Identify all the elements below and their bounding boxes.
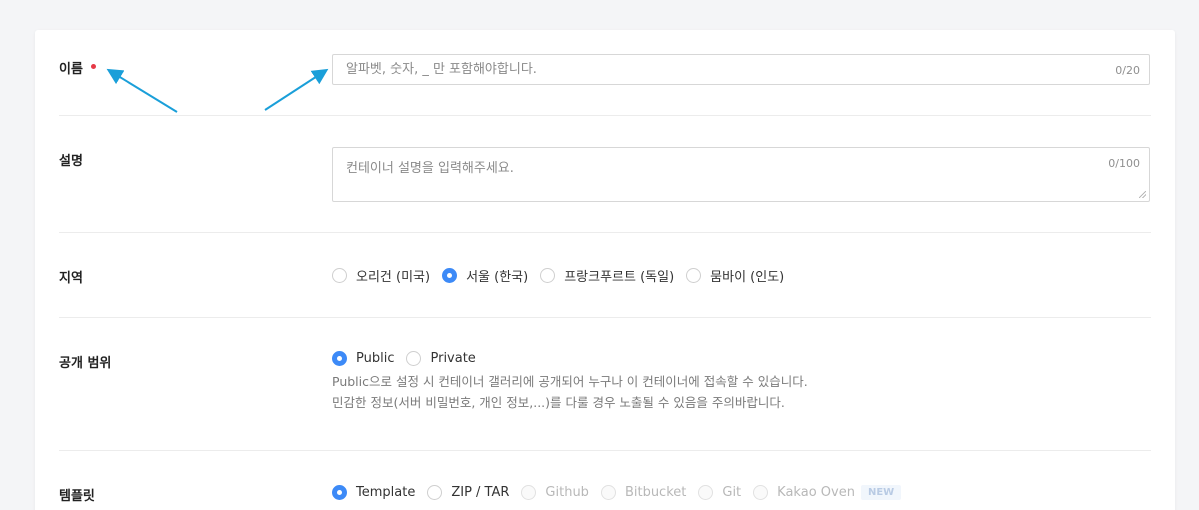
required-indicator bbox=[90, 64, 96, 69]
radio-checked-icon[interactable] bbox=[332, 351, 347, 366]
radio-icon[interactable] bbox=[406, 351, 422, 366]
radio-disabled-icon bbox=[600, 485, 616, 500]
visibility-field: Public Private Public으로 설정 시 컨테이너 갤러리에 공… bbox=[332, 351, 808, 413]
radio-disabled-icon bbox=[753, 485, 769, 500]
radio-disabled-icon bbox=[521, 485, 537, 500]
radio-icon[interactable] bbox=[686, 268, 702, 283]
template-label: 템플릿 bbox=[59, 489, 95, 504]
name-label-wrap: 이름 bbox=[59, 58, 96, 77]
description-char-counter: 0/100 bbox=[1108, 157, 1140, 170]
visibility-help-line-2: 민감한 정보(서버 비밀번호, 개인 정보,...)를 다룰 경우 노출될 수 … bbox=[332, 395, 785, 410]
visibility-option-public[interactable]: Public bbox=[332, 351, 394, 366]
template-option-kakao-oven: Kakao Oven NEW bbox=[753, 485, 902, 500]
name-input[interactable] bbox=[333, 55, 1149, 84]
radio-checked-icon[interactable] bbox=[442, 268, 458, 283]
description-label: 설명 bbox=[59, 154, 83, 169]
visibility-help-line-1: Public으로 설정 시 컨테이너 갤러리에 공개되어 누구나 이 컨테이너에… bbox=[332, 374, 808, 389]
name-field: 0/20 bbox=[332, 54, 1150, 85]
radio-checked-icon[interactable] bbox=[332, 485, 347, 500]
name-char-counter: 0/20 bbox=[1115, 64, 1140, 77]
radio-icon[interactable] bbox=[332, 268, 347, 283]
name-row: 이름 0/20 bbox=[59, 30, 1151, 116]
visibility-label: 공개 범위 bbox=[59, 356, 112, 371]
description-row: 설명 0/100 bbox=[59, 116, 1151, 233]
visibility-row: 공개 범위 Public Private Public으로 설정 시 컨테이너 … bbox=[59, 318, 1151, 451]
region-option-oregon[interactable]: 오리건 (미국) bbox=[332, 266, 430, 285]
radio-icon[interactable] bbox=[540, 268, 556, 283]
description-textarea-box: 0/100 bbox=[332, 147, 1150, 202]
region-option-mumbai[interactable]: 뭄바이 (인도) bbox=[686, 266, 784, 285]
region-option-frankfurt[interactable]: 프랑크푸르트 (독일) bbox=[540, 266, 674, 285]
template-radio-group: Template ZIP / TAR Github Bitbucket Git … bbox=[332, 485, 913, 500]
template-option-zip-tar[interactable]: ZIP / TAR bbox=[427, 485, 509, 500]
name-label: 이름 bbox=[59, 62, 83, 77]
description-textarea[interactable] bbox=[333, 148, 1149, 201]
template-option-git: Git bbox=[698, 485, 741, 500]
description-field: 0/100 bbox=[332, 147, 1150, 202]
template-option-github: Github bbox=[521, 485, 589, 500]
visibility-option-private[interactable]: Private bbox=[406, 351, 476, 366]
region-option-seoul[interactable]: 서울 (한국) bbox=[442, 266, 528, 285]
radio-disabled-icon bbox=[698, 485, 714, 500]
template-option-bitbucket: Bitbucket bbox=[600, 485, 686, 500]
region-label: 지역 bbox=[59, 271, 83, 286]
name-input-box: 0/20 bbox=[332, 54, 1150, 85]
create-container-form: 이름 0/20 설명 0/100 지역 오리건 (미국) bbox=[35, 30, 1175, 510]
resize-handle-icon[interactable] bbox=[1139, 191, 1146, 198]
new-badge: NEW bbox=[860, 485, 902, 500]
template-row: 템플릿 Template ZIP / TAR Github Bitbucket … bbox=[59, 451, 1151, 510]
visibility-help-text: Public으로 설정 시 컨테이너 갤러리에 공개되어 누구나 이 컨테이너에… bbox=[332, 371, 808, 413]
visibility-radio-group: Public Private bbox=[332, 351, 808, 366]
template-option-template[interactable]: Template bbox=[332, 485, 415, 500]
region-radio-group: 오리건 (미국) 서울 (한국) 프랑크푸르트 (독일) 뭄바이 (인도) bbox=[332, 266, 796, 285]
region-row: 지역 오리건 (미국) 서울 (한국) 프랑크푸르트 (독일) 뭄바이 (인도) bbox=[59, 233, 1151, 318]
radio-icon[interactable] bbox=[427, 485, 443, 500]
